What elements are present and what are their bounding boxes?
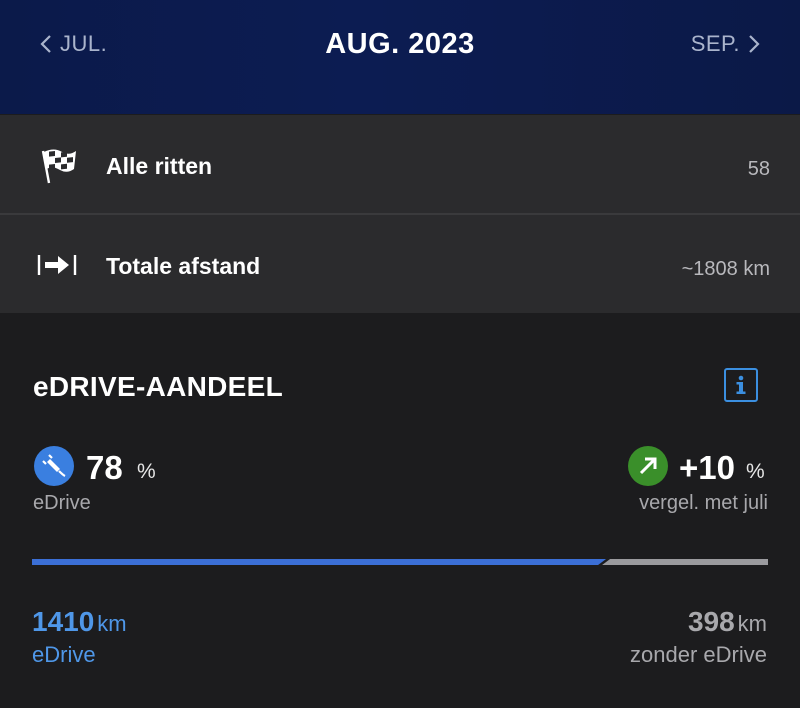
stat-row-distance[interactable]: Totale afstand ~1808 km — [0, 215, 800, 313]
stat-value-trips: 58 — [747, 158, 770, 180]
edrive-distance-label: eDrive — [32, 642, 96, 667]
edrive-plug-icon — [34, 446, 74, 486]
edrive-distance-unit: km — [97, 611, 127, 636]
edrive-share-label: eDrive — [33, 492, 91, 514]
edrive-change-unit: % — [746, 460, 765, 483]
edrive-share-value: 78 — [86, 449, 123, 486]
stat-label-trips: Alle ritten — [106, 153, 213, 179]
edrive-progress-fill — [32, 559, 607, 565]
stat-row-trips[interactable]: Alle ritten 58 — [0, 115, 800, 214]
edrive-change-label: vergel. met juli — [639, 492, 768, 514]
trend-up-icon — [628, 446, 668, 486]
checkered-flag-icon — [41, 149, 76, 184]
next-month-button[interactable]: SEP. — [691, 31, 760, 57]
non-edrive-distance-unit: km — [737, 611, 767, 636]
non-edrive-distance-value: 398 — [687, 606, 735, 637]
edrive-share-unit: % — [137, 460, 156, 483]
edrive-distance: 1410 km eDrive — [32, 606, 127, 668]
page-title: AUG. 2023 — [325, 28, 475, 60]
non-edrive-distance-label: zonder eDrive — [630, 642, 767, 667]
edrive-progress-remaining — [602, 559, 768, 565]
edrive-section-title: eDRIVE-AANDEEL — [33, 371, 284, 402]
info-icon — [736, 375, 746, 394]
chevron-right-icon — [749, 35, 760, 53]
edrive-change-value: +10 — [679, 449, 735, 486]
stat-label-distance: Totale afstand — [106, 253, 261, 279]
info-button[interactable] — [724, 368, 758, 402]
stat-value-distance: ~1808 km — [681, 258, 770, 280]
edrive-distance-value: 1410 — [32, 606, 95, 637]
distance-arrow-icon — [37, 255, 77, 275]
non-edrive-distance: 398 km zonder eDrive — [630, 606, 767, 668]
month-header: JUL. AUG. 2023 SEP. — [0, 0, 800, 114]
edrive-progress-bar — [32, 559, 768, 565]
next-month-label: SEP. — [690, 31, 740, 56]
